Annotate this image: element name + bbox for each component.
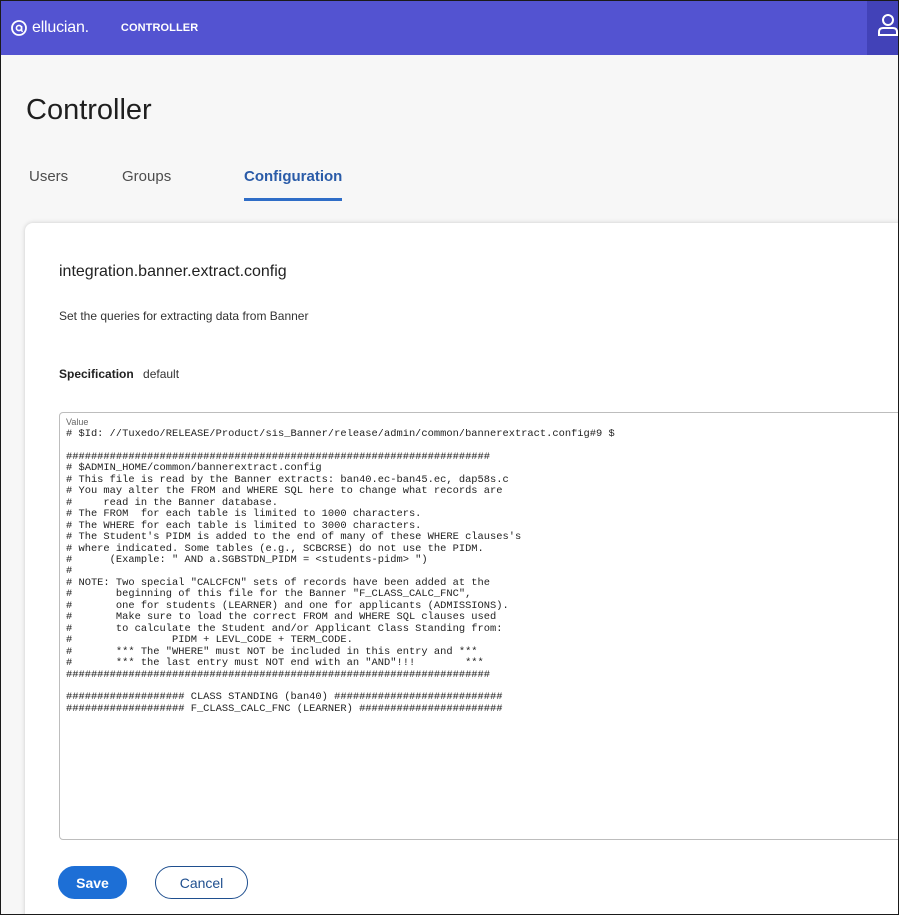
app-window: ellucian. CONTROLLER Controller Users Gr… [0, 0, 899, 915]
tab-configuration[interactable]: Configuration [244, 161, 343, 201]
user-menu-button[interactable] [867, 1, 898, 55]
page-title: Controller [26, 94, 152, 126]
specification-label: Specification [59, 367, 134, 381]
tab-bar: Users Groups Configuration [26, 161, 886, 201]
ellucian-logo-icon [11, 20, 27, 36]
config-card: integration.banner.extract.config Set th… [25, 223, 898, 914]
value-textarea[interactable]: # $Id: //Tuxedo/RELEASE/Product/sis_Bann… [66, 429, 896, 833]
user-icon [877, 13, 898, 42]
value-field: Value # $Id: //Tuxedo/RELEASE/Product/si… [59, 412, 898, 840]
specification-value: default [143, 367, 180, 381]
product-name[interactable]: CONTROLLER [121, 22, 198, 34]
brand-name: ellucian. [32, 19, 89, 36]
brand[interactable]: ellucian. [11, 19, 89, 37]
config-name: integration.banner.extract.config [59, 263, 287, 280]
cancel-button[interactable]: Cancel [155, 866, 248, 899]
tab-groups[interactable]: Groups [122, 161, 171, 198]
specification-row: Specification default [59, 367, 179, 381]
config-description: Set the queries for extracting data from… [59, 309, 309, 323]
value-label: Value [66, 417, 89, 427]
save-button[interactable]: Save [58, 866, 127, 899]
top-navigation-bar: ellucian. CONTROLLER [1, 1, 898, 55]
tab-users[interactable]: Users [29, 161, 68, 198]
